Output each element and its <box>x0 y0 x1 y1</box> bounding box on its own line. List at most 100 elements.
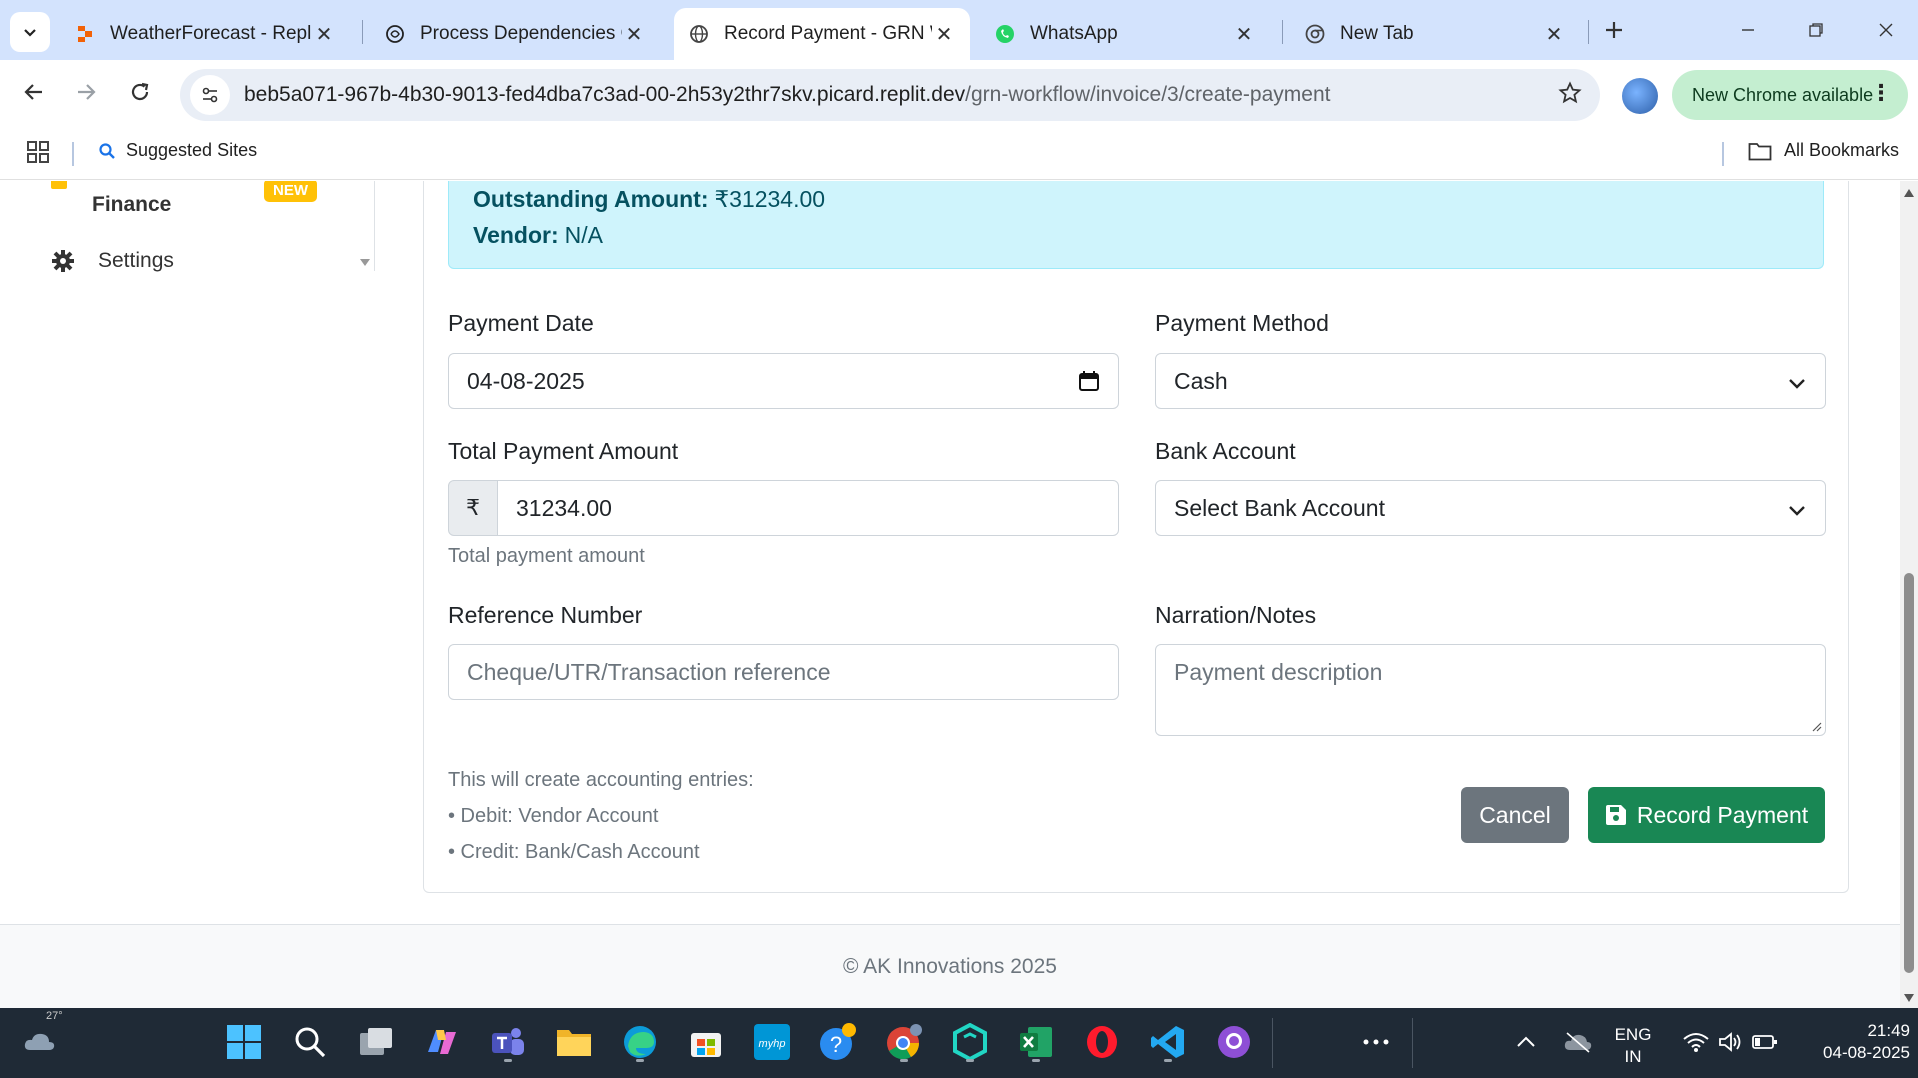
tab-weatherforecast[interactable]: WeatherForecast - Replit ✕ <box>60 8 350 60</box>
close-icon[interactable]: ✕ <box>1542 22 1566 46</box>
scroll-down-icon[interactable] <box>1904 994 1914 1002</box>
forward-button[interactable] <box>66 72 106 112</box>
vscode-icon <box>1151 1026 1184 1058</box>
calendar-icon[interactable] <box>1078 370 1100 398</box>
copilot-app[interactable] <box>420 1020 464 1064</box>
more-horiz-icon <box>1363 1039 1389 1045</box>
get-help-app[interactable]: ? <box>816 1020 860 1064</box>
sidebar-item-settings[interactable]: Settings <box>52 249 174 273</box>
chrome-app[interactable] <box>882 1020 926 1064</box>
start-button[interactable] <box>222 1020 266 1064</box>
search-button[interactable] <box>288 1020 332 1064</box>
vendor-row: Vendor: N/A <box>473 217 1799 253</box>
new-tab-button[interactable] <box>1598 14 1630 46</box>
narration-notes-textarea[interactable]: Payment description <box>1155 644 1826 736</box>
task-view-button[interactable] <box>354 1020 398 1064</box>
resize-handle-icon[interactable] <box>1810 720 1822 732</box>
tab-title: Record Payment - GRN W <box>724 23 932 44</box>
input-language-indicator[interactable]: ENG IN <box>1608 1024 1658 1068</box>
reload-button[interactable] <box>120 72 160 112</box>
search-icon <box>99 142 115 159</box>
running-indicator <box>1164 1059 1172 1062</box>
more-apps-button[interactable] <box>1354 1020 1398 1064</box>
close-icon[interactable]: ✕ <box>932 22 956 46</box>
more-vert-icon[interactable]: ⋮ <box>1870 82 1892 104</box>
record-payment-button[interactable]: Record Payment <box>1588 787 1825 843</box>
onedrive-button[interactable] <box>1556 1020 1600 1064</box>
globe-icon <box>688 23 710 45</box>
bookmark-suggested-sites[interactable]: Suggested Sites <box>98 140 257 161</box>
cloud-off-icon <box>1564 1032 1592 1053</box>
chevron-down-icon <box>1787 499 1807 526</box>
clock[interactable]: 21:49 04-08-2025 <box>1790 1020 1910 1064</box>
windows-icon <box>227 1025 261 1059</box>
sidebar: Finance NEW Settings <box>0 181 375 273</box>
address-bar[interactable]: beb5a071-967b-4b30-9013-fed4dba7c3ad-00-… <box>180 69 1600 121</box>
url-text: beb5a071-967b-4b30-9013-fed4dba7c3ad-00-… <box>244 83 1330 107</box>
cancel-button[interactable]: Cancel <box>1461 787 1569 843</box>
all-bookmarks-button[interactable]: All Bookmarks <box>1748 140 1899 161</box>
close-window-button[interactable] <box>1866 10 1906 50</box>
arrow-left-icon <box>24 84 42 100</box>
svg-text:?: ? <box>830 1032 842 1057</box>
taskbar-divider <box>1412 1018 1413 1068</box>
close-icon[interactable]: ✕ <box>1232 22 1256 46</box>
vscode-app[interactable] <box>1146 1020 1190 1064</box>
profile-avatar[interactable] <box>1622 78 1658 114</box>
site-info-button[interactable] <box>190 75 230 115</box>
chrome-icon <box>1304 23 1326 45</box>
reference-number-input[interactable]: Cheque/UTR/Transaction reference <box>448 644 1119 700</box>
new-chrome-available-button[interactable]: New Chrome available ⋮ <box>1672 70 1908 120</box>
apps-grid-icon[interactable] <box>26 140 50 169</box>
close-icon[interactable]: ✕ <box>622 22 646 46</box>
minimize-button[interactable] <box>1728 10 1768 50</box>
payment-method-select[interactable]: Cash <box>1155 353 1826 409</box>
tab-search-button[interactable] <box>10 12 50 52</box>
tab-process-dependencies[interactable]: Process Dependencies O ✕ <box>370 8 660 60</box>
payment-date-label: Payment Date <box>448 310 594 336</box>
bank-account-select[interactable]: Select Bank Account <box>1155 480 1826 536</box>
restore-button[interactable] <box>1796 10 1836 50</box>
hexagon-app-icon <box>953 1023 987 1061</box>
plus-icon <box>1606 22 1622 38</box>
total-payment-amount-input[interactable]: 31234.00 <box>497 480 1119 536</box>
chevron-up-icon <box>1517 1036 1535 1047</box>
dev-tool-app[interactable] <box>948 1020 992 1064</box>
tab-new-tab[interactable]: New Tab ✕ <box>1290 8 1580 60</box>
show-hidden-icons-button[interactable] <box>1504 1020 1548 1064</box>
file-explorer-app[interactable] <box>552 1020 596 1064</box>
sidebar-item-label: Finance <box>92 193 172 216</box>
folder-icon <box>557 1030 591 1056</box>
sidebar-scroll-down-icon[interactable] <box>360 259 370 266</box>
close-icon[interactable]: ✕ <box>312 22 336 46</box>
microsoft-store-app[interactable] <box>684 1020 728 1064</box>
running-indicator <box>636 1059 644 1062</box>
quick-settings-button[interactable] <box>1670 1020 1790 1064</box>
back-button[interactable] <box>14 72 54 112</box>
bookmark-divider <box>1722 142 1724 166</box>
tab-whatsapp[interactable]: WhatsApp ✕ <box>980 8 1270 60</box>
bookmark-star-button[interactable] <box>1558 81 1582 110</box>
excel-app[interactable] <box>1014 1020 1058 1064</box>
bookmarks-bar: Suggested Sites All Bookmarks <box>0 128 1918 180</box>
reference-number-placeholder: Cheque/UTR/Transaction reference <box>467 658 831 685</box>
weather-widget[interactable]: 27° <box>22 1010 66 1060</box>
scroll-up-icon[interactable] <box>1904 189 1914 197</box>
edge-app[interactable] <box>618 1020 662 1064</box>
teams-icon <box>492 1028 524 1055</box>
payment-date-input[interactable]: 04-08-2025 <box>448 353 1119 409</box>
scrollbar-thumb[interactable] <box>1904 573 1914 973</box>
browser-toolbar: beb5a071-967b-4b30-9013-fed4dba7c3ad-00-… <box>0 60 1918 128</box>
accounting-note-debit: • Debit: Vendor Account <box>448 805 659 827</box>
accounting-note-credit: • Credit: Bank/Cash Account <box>448 841 700 863</box>
opera-app[interactable] <box>1080 1020 1124 1064</box>
cloud-moon-icon <box>24 1033 55 1050</box>
teams-app[interactable] <box>486 1020 530 1064</box>
region-code: IN <box>1624 1047 1642 1066</box>
tab-record-payment[interactable]: Record Payment - GRN W ✕ <box>674 8 970 60</box>
myhp-app[interactable]: myhp <box>750 1020 794 1064</box>
page-scrollbar[interactable] <box>1900 181 1918 1008</box>
github-desktop-app[interactable] <box>1212 1020 1256 1064</box>
tab-strip: WeatherForecast - Replit ✕ Process Depen… <box>0 0 1918 60</box>
narration-notes-placeholder: Payment description <box>1174 659 1383 685</box>
